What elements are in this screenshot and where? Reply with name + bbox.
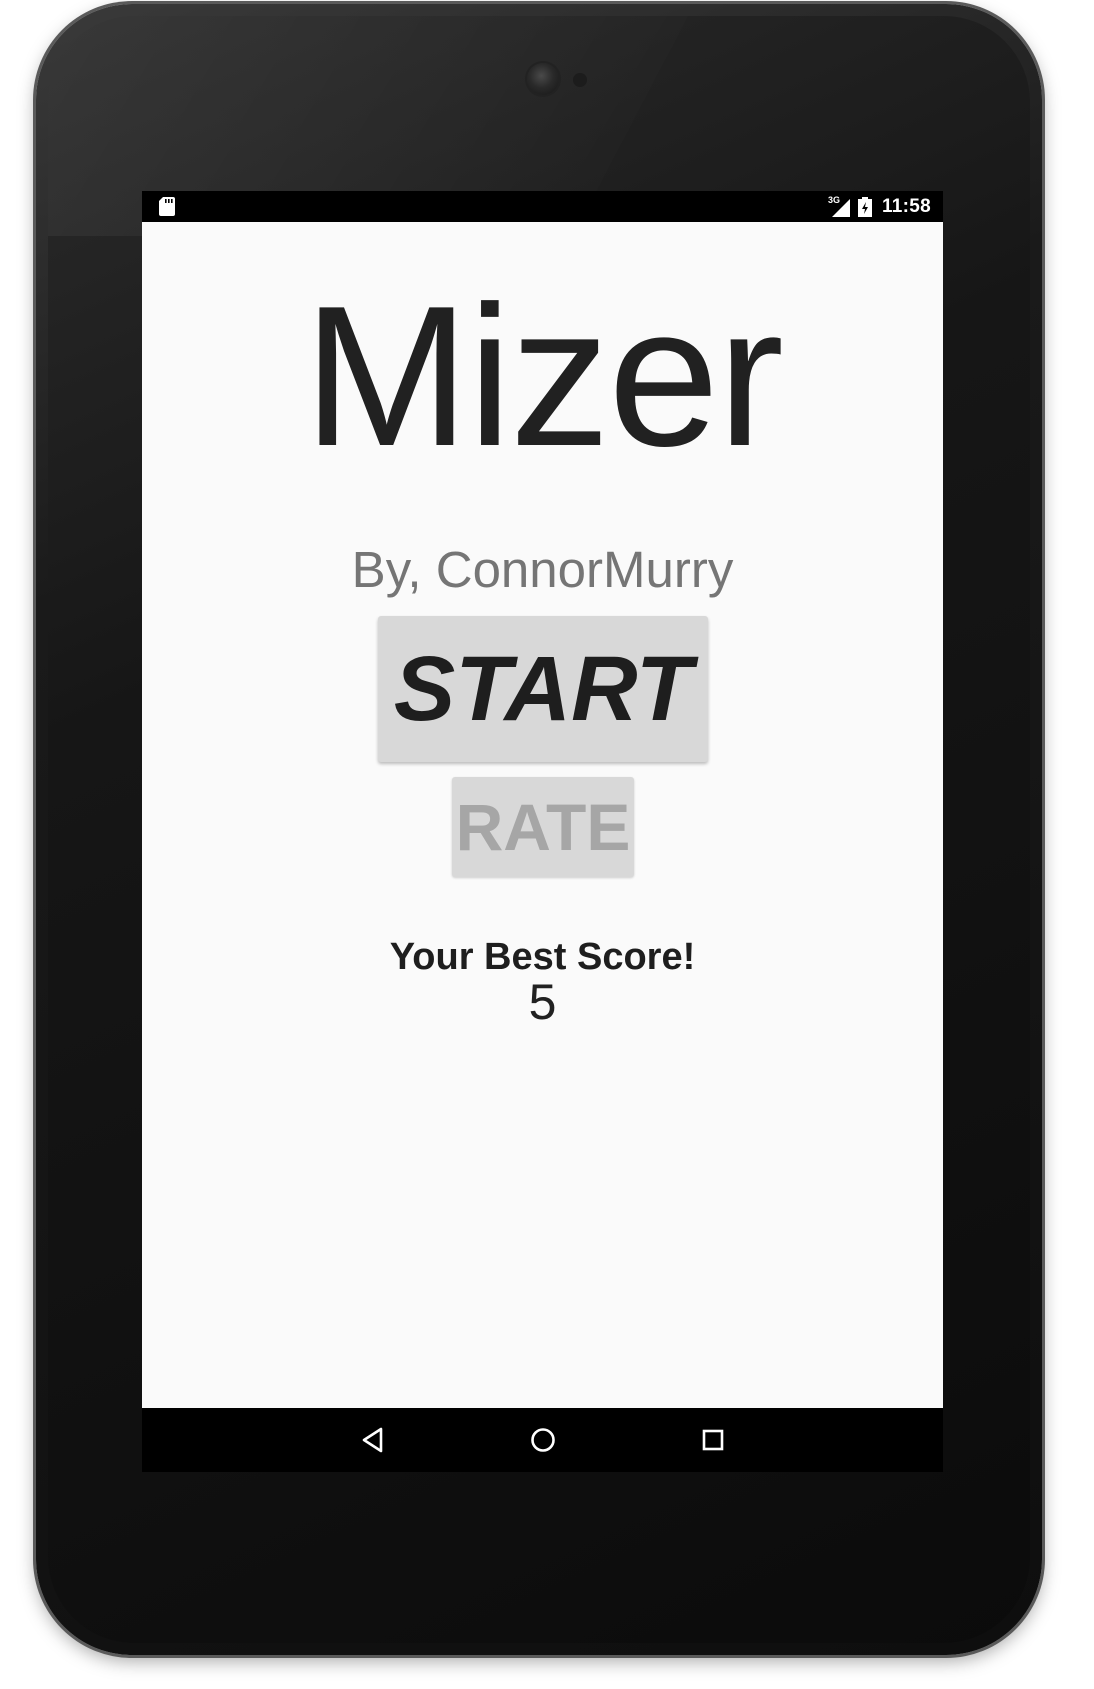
signal-icon: 3G [827, 195, 852, 217]
author-credit: By, ConnorMurry [351, 541, 734, 598]
back-triangle-icon [362, 1427, 383, 1453]
navigation-bar [142, 1408, 943, 1472]
device-screen: 3G 11:58 Mizer By, ConnorMurry START RAT… [142, 191, 943, 1472]
status-bar: 3G 11:58 [142, 191, 943, 222]
recents-button[interactable] [695, 1422, 731, 1458]
front-camera [527, 63, 559, 95]
rate-button[interactable]: RATE [452, 777, 634, 877]
app-content: Mizer By, ConnorMurry START RATE Your Be… [142, 222, 943, 1408]
best-score-label: Your Best Score! [389, 936, 696, 978]
best-score-value: 5 [528, 974, 557, 1030]
status-clock: 11:58 [881, 196, 931, 217]
recents-square-icon [702, 1429, 724, 1451]
start-button[interactable]: START [378, 616, 708, 762]
status-icons: 3G 11:58 [828, 195, 931, 219]
network-type-label: 3G [827, 195, 840, 205]
sd-card-icon [159, 197, 175, 216]
battery-charging-icon [857, 197, 872, 217]
home-circle-icon [531, 1428, 555, 1452]
app-title: Mizer [303, 265, 784, 488]
home-button[interactable] [525, 1422, 561, 1458]
light-sensor [573, 73, 587, 87]
back-button[interactable] [355, 1422, 391, 1458]
